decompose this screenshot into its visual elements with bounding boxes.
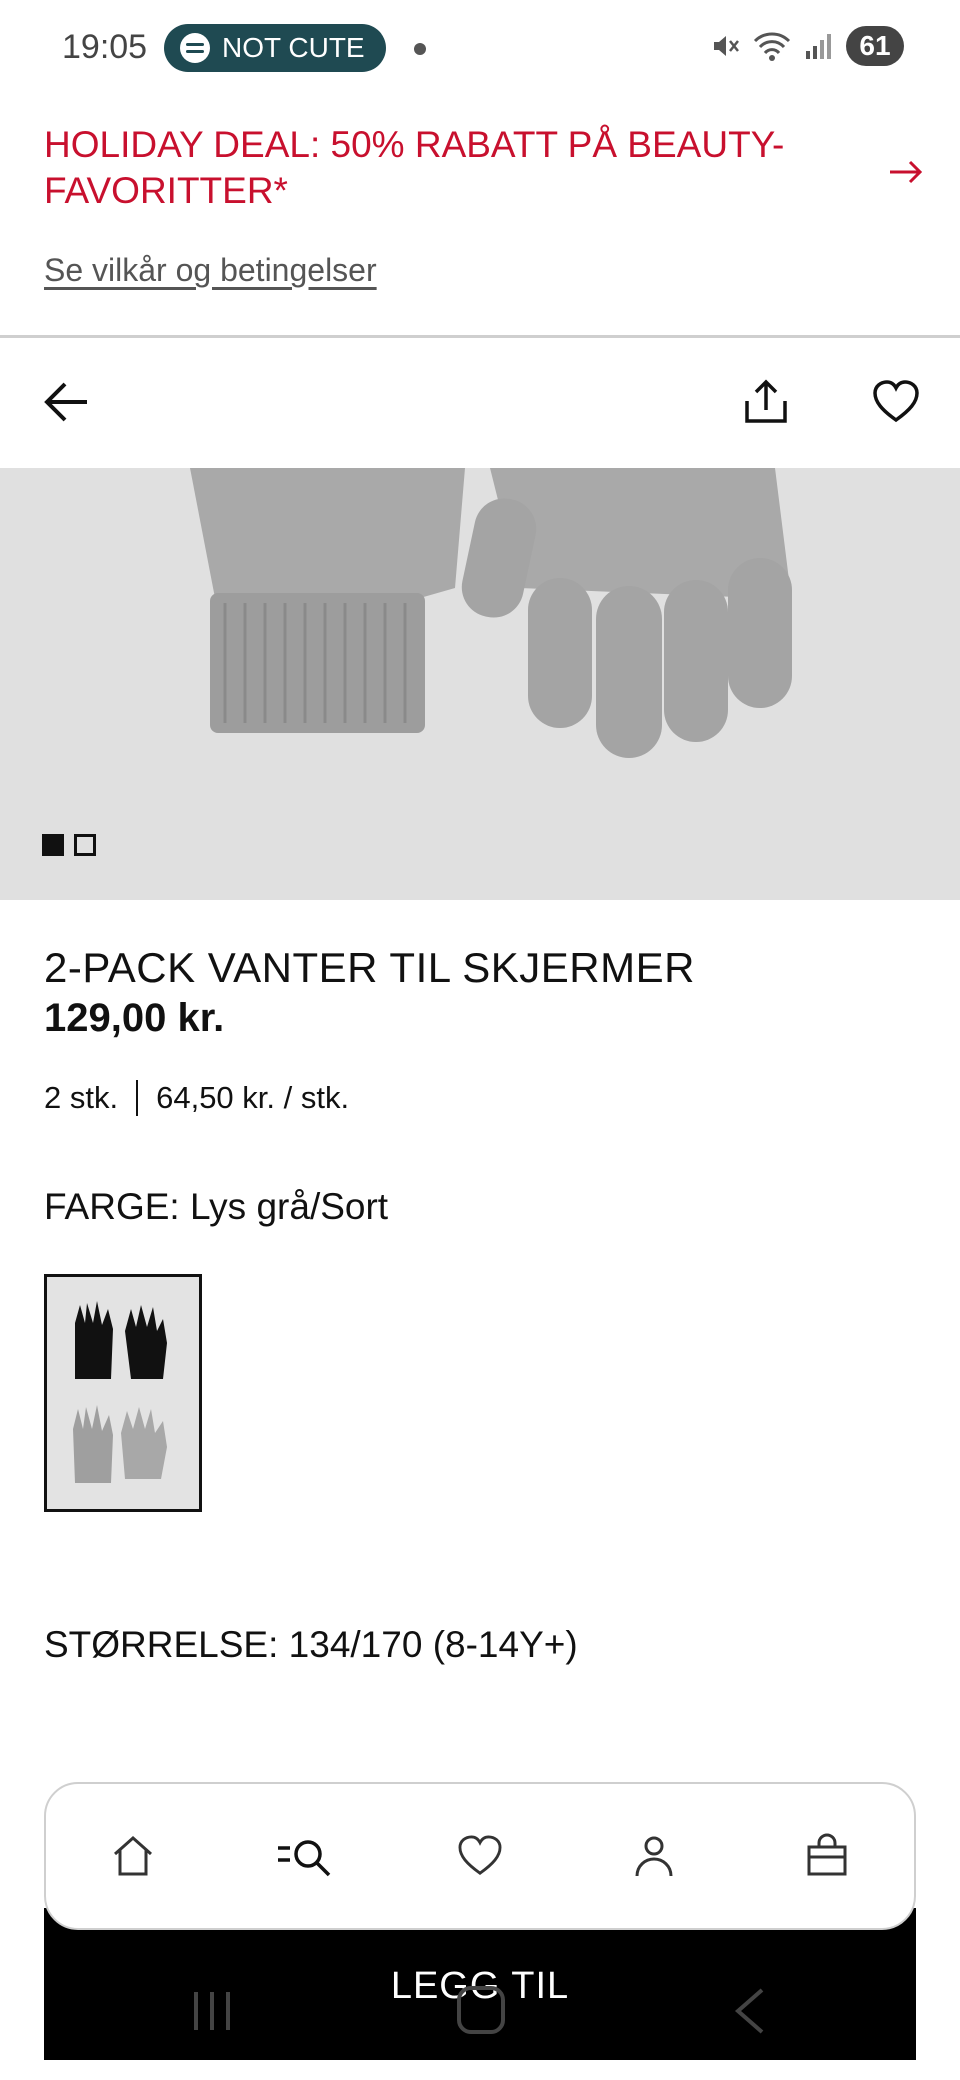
heart-icon [873,380,919,423]
bottom-navigation [44,1782,916,1930]
mute-icon [714,36,739,56]
notification-dot [414,43,426,55]
status-icons: 61 [710,26,904,66]
quantity-text: 2 stk. [44,1080,119,1115]
arrow-right-icon[interactable] [884,152,928,192]
heart-icon [458,1835,502,1875]
shopping-bag-icon [807,1833,847,1876]
unit-price-text: 64,50 kr. / stk. [156,1080,350,1115]
arrow-left-icon [44,382,87,422]
spotify-icon [180,33,210,63]
nav-favorites[interactable] [420,1806,540,1906]
promo-title[interactable]: HOLIDAY DEAL: 50% RABATT PÅ BEAUTY-FAVOR… [44,122,824,214]
product-price: 129,00 kr. [44,996,225,1040]
color-label: FARGE: Lys grå/Sort [44,1186,389,1227]
favorite-button[interactable] [860,366,932,438]
media-label: NOT CUTE [222,32,365,63]
search-menu-icon [278,1840,331,1877]
terms-link[interactable]: Se vilkår og betingelser [44,252,377,289]
color-swatch-selected[interactable] [44,1274,202,1512]
promo-banner[interactable]: HOLIDAY DEAL: 50% RABATT PÅ BEAUTY-FAVOR… [0,100,960,338]
status-bar: 19:05 NOT CUTE 61 [0,0,960,100]
size-label: STØRRELSE: 134/170 (8-14Y+) [44,1624,578,1665]
nav-account[interactable] [594,1806,714,1906]
signal-icon [806,34,831,59]
back-button[interactable] [30,366,102,438]
gallery-pagination [42,834,96,856]
product-title: 2-PACK VANTER TIL SKJERMER [44,944,695,991]
product-image-gallery[interactable] [0,468,960,900]
nav-home[interactable] [73,1806,193,1906]
share-icon [745,379,787,423]
home-icon [113,1835,152,1876]
color-swatch-image [73,1301,167,1483]
status-time: 19:05 [62,28,148,66]
nav-search-menu[interactable] [246,1806,366,1906]
product-top-bar [0,338,960,468]
gallery-dot[interactable] [74,834,96,856]
account-icon [635,1836,673,1877]
media-pill[interactable]: NOT CUTE [164,24,386,72]
unit-price-line: 2 stk. 64,50 kr. / stk. [44,1080,349,1116]
wifi-icon [753,32,791,61]
share-button[interactable] [730,366,802,438]
gallery-dot[interactable] [42,834,64,856]
divider [136,1080,139,1116]
product-image [190,468,792,758]
add-to-bag-button[interactable]: LEGG TIL [44,1908,916,2060]
nav-bag[interactable] [767,1806,887,1906]
battery-indicator: 61 [846,26,904,66]
